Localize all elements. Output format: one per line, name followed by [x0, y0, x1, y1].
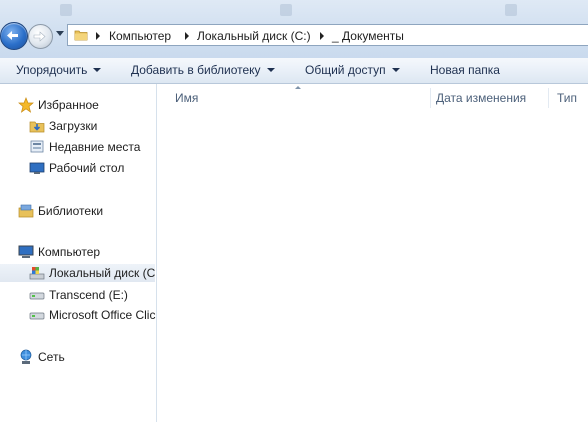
local-disk-icon — [29, 267, 45, 280]
recent-pages-dropdown[interactable] — [56, 31, 64, 36]
add-to-library-label: Добавить в библиотеку — [131, 63, 261, 77]
nav-favorites-label: Избранное — [38, 98, 99, 112]
breadcrumb-local-disk[interactable]: Локальный диск (C:) — [197, 29, 311, 43]
forward-arrow-icon — [33, 31, 46, 42]
column-header-type[interactable]: Тип — [557, 91, 577, 105]
downloads-folder-icon — [29, 121, 45, 133]
breadcrumb-separator-icon[interactable] — [185, 32, 189, 40]
computer-icon — [18, 245, 34, 258]
nav-item-local-disk[interactable]: Локальный диск (C — [0, 264, 155, 282]
command-toolbar: Упорядочить Добавить в библиотеку Общий … — [0, 58, 588, 84]
drive-icon — [29, 312, 45, 320]
organize-label: Упорядочить — [16, 63, 88, 77]
address-bar[interactable]: Компьютер Локальный диск (C:) _ Документ… — [67, 24, 588, 46]
desktop-icon — [29, 162, 45, 174]
column-divider[interactable] — [548, 88, 549, 108]
chevron-down-icon — [391, 68, 400, 72]
recent-places-icon — [30, 140, 44, 153]
nav-transcend-label: Transcend (E:) — [49, 288, 128, 302]
background-window-ghost — [60, 4, 76, 18]
share-button[interactable]: Общий доступ — [305, 63, 400, 77]
breadcrumb-separator-icon[interactable] — [320, 32, 324, 40]
nav-libraries-label: Библиотеки — [38, 204, 104, 218]
add-to-library-button[interactable]: Добавить в библиотеку — [131, 63, 275, 77]
nav-office-label: Microsoft Office Clic — [49, 308, 156, 322]
folder-icon — [74, 30, 88, 41]
nav-desktop-label: Рабочий стол — [49, 161, 125, 175]
nav-downloads-label: Загрузки — [49, 119, 98, 133]
back-arrow-icon — [7, 31, 18, 40]
nav-recent-label: Недавние места — [49, 140, 141, 154]
libraries-icon — [18, 204, 34, 218]
organize-button[interactable]: Упорядочить — [16, 63, 102, 77]
chevron-down-icon — [93, 68, 102, 72]
star-icon — [18, 97, 34, 113]
breadcrumb-documents[interactable]: _ Документы — [332, 29, 404, 43]
share-label: Общий доступ — [305, 63, 386, 77]
forward-button[interactable] — [28, 24, 53, 49]
network-icon — [20, 349, 32, 364]
nav-computer-label: Компьютер — [38, 245, 101, 259]
new-folder-button[interactable]: Новая папка — [430, 63, 500, 77]
nav-network-label: Сеть — [38, 350, 65, 364]
breadcrumb-computer[interactable]: Компьютер — [109, 29, 171, 43]
column-header-date[interactable]: Дата изменения — [436, 91, 526, 105]
back-button[interactable] — [0, 22, 28, 50]
column-header-name[interactable]: Имя — [175, 91, 198, 105]
background-window-ghost — [280, 4, 296, 18]
nav-local-disk-label: Локальный диск (C — [49, 266, 156, 280]
chevron-down-icon — [266, 68, 275, 72]
removable-drive-icon — [29, 292, 45, 300]
background-window-ghost — [505, 4, 521, 18]
sort-ascending-icon — [295, 86, 301, 89]
column-divider[interactable] — [430, 88, 431, 108]
breadcrumb-separator-icon[interactable] — [96, 32, 100, 40]
